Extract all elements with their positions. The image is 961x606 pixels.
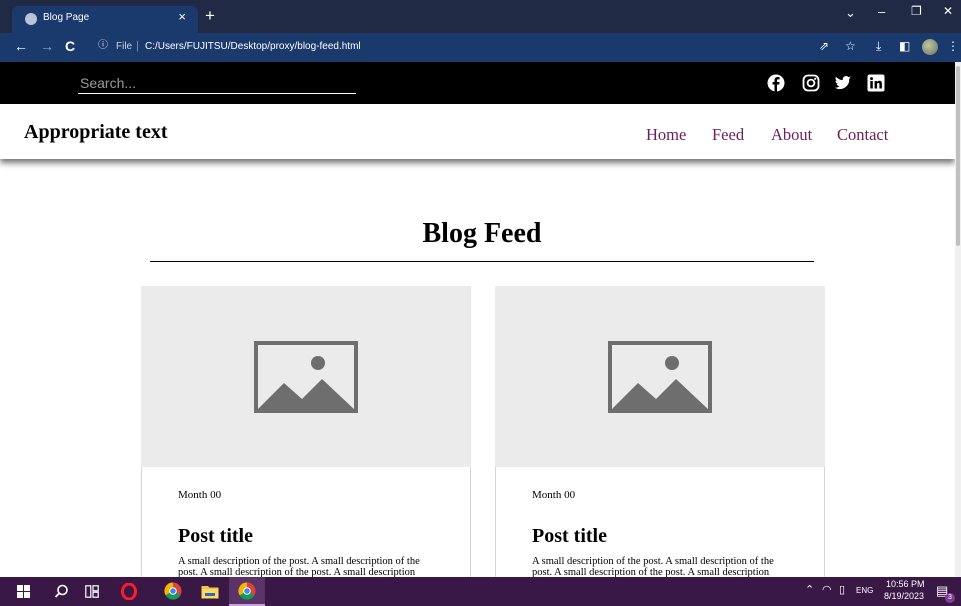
search-input[interactable] (78, 72, 356, 94)
close-window-button[interactable]: ✕ (943, 5, 953, 17)
nav-link-feed[interactable]: Feed (712, 125, 744, 145)
post-title[interactable]: Post title (532, 525, 607, 548)
post-body: Month 00 Post title A small description … (141, 467, 471, 577)
facebook-icon[interactable] (767, 74, 785, 92)
post-card[interactable]: Month 00 Post title A small description … (141, 286, 471, 577)
opera-browser-icon[interactable] (121, 583, 137, 600)
windows-start-icon[interactable] (17, 585, 30, 598)
browser-toolbar: ← → C ⓘ File | C:/Users/FUJITSU/Desktop/… (0, 33, 961, 62)
sidepanel-icon[interactable]: ◧ (899, 40, 910, 52)
page-viewport: Appropriate text Home Feed About Contact… (0, 62, 955, 577)
language-indicator[interactable]: ENG (856, 587, 873, 595)
chrome-icon[interactable] (164, 582, 182, 600)
post-image-placeholder (495, 286, 825, 467)
wifi-icon[interactable]: ◠ (822, 585, 832, 596)
profile-avatar[interactable] (922, 39, 938, 55)
task-view-icon[interactable] (85, 585, 99, 598)
linkedin-icon[interactable] (867, 74, 885, 92)
info-icon[interactable]: ⓘ (98, 41, 108, 51)
post-date: Month 00 (178, 489, 222, 501)
clock-time[interactable]: 10:56 PM (886, 580, 925, 589)
share-icon[interactable]: ⇗ (819, 40, 829, 52)
tray-chevron-up-icon[interactable]: ⌃ (805, 585, 814, 596)
url-scheme-label: File (116, 41, 133, 52)
minimize-button[interactable]: – (878, 5, 885, 18)
post-image-placeholder (141, 286, 471, 467)
reload-button[interactable]: C (65, 39, 75, 53)
globe-icon (25, 13, 37, 25)
post-card[interactable]: Month 00 Post title A small description … (495, 286, 825, 577)
notification-badge: 3 (945, 593, 955, 603)
clock-date[interactable]: 8/19/2023 (884, 592, 924, 601)
tab-search-button[interactable]: ⌄ (845, 6, 856, 19)
image-placeholder-icon (254, 341, 358, 413)
menu-kebab-icon[interactable]: ⋮ (947, 40, 959, 52)
browser-tab[interactable]: Blog Page × (12, 6, 198, 33)
file-explorer-icon[interactable] (201, 584, 219, 599)
back-button[interactable]: ← (14, 39, 28, 53)
windows-taskbar: ⌃ ◠ ▯ ENG 10:56 PM 8/19/2023 ▤ 3 (0, 577, 961, 606)
chrome-icon[interactable] (238, 582, 256, 600)
image-placeholder-icon (608, 341, 712, 413)
forward-button[interactable]: → (40, 39, 54, 53)
search-icon[interactable] (54, 584, 69, 599)
title-divider (150, 261, 814, 262)
scrollbar-thumb[interactable] (956, 66, 960, 246)
nav-link-contact[interactable]: Contact (837, 125, 888, 145)
post-date: Month 00 (532, 489, 576, 501)
new-tab-button[interactable]: + (205, 7, 215, 24)
url-separator: | (136, 40, 139, 52)
instagram-icon[interactable] (802, 74, 820, 92)
post-description: A small description of the post. A small… (532, 556, 774, 577)
bookmark-star-icon[interactable]: ☆ (845, 40, 856, 52)
tab-close-button[interactable]: × (178, 10, 186, 23)
nav-link-home[interactable]: Home (646, 125, 686, 145)
restore-button[interactable]: ❐ (911, 5, 922, 17)
top-bar (0, 62, 955, 104)
url-text[interactable]: C:/Users/FUJITSU/Desktop/proxy/blog-feed… (145, 41, 361, 52)
download-icon[interactable]: ⤓ (876, 40, 881, 52)
page-title: Blog Feed (422, 218, 542, 249)
twitter-icon[interactable] (834, 74, 852, 92)
page-scrollbar[interactable] (955, 62, 961, 577)
tab-title: Blog Page (43, 12, 90, 23)
nav-link-about[interactable]: About (771, 125, 812, 145)
post-description: A small description of the post. A small… (178, 556, 420, 577)
main-navbar: Appropriate text Home Feed About Contact (0, 104, 955, 159)
brand-title[interactable]: Appropriate text (24, 121, 168, 144)
battery-icon[interactable]: ▯ (839, 585, 845, 596)
post-title[interactable]: Post title (178, 525, 253, 548)
address-bar[interactable]: ⓘ File | C:/Users/FUJITSU/Desktop/proxy/… (90, 37, 800, 57)
post-body: Month 00 Post title A small description … (495, 467, 825, 577)
browser-titlebar: Blog Page × + ⌄ – ❐ ✕ (0, 0, 961, 33)
